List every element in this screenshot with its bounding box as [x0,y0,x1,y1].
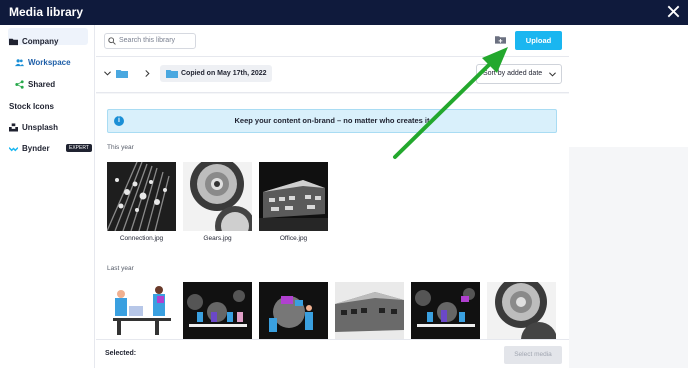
media-thumbnail-office[interactable] [259,162,328,231]
sidebar-item-label: Unsplash [22,122,59,132]
banner-text: Keep your content on-brand – no matter w… [234,116,430,125]
sidebar-item-label: Workspace [28,57,71,67]
teamwork-illustration-image [411,282,480,339]
section-title-last-year: Last year [107,265,134,272]
unsplash-icon [9,122,18,132]
chevron-right-icon [145,70,150,77]
expert-badge: EXPERT [66,144,92,152]
sidebar-item-label: Company [22,36,59,46]
folder-icon [9,38,18,45]
sidebar-item-stock-icons[interactable]: Stock Icons [9,99,54,113]
sort-select[interactable]: Sort by added date [476,64,562,84]
chevron-down-icon [549,72,556,77]
sidebar-item-company[interactable]: Company [9,34,58,48]
media-thumbnail[interactable] [107,282,176,339]
close-icon[interactable] [667,5,680,18]
users-icon [15,58,24,66]
right-pane-lower [569,147,688,368]
media-caption: Connection.jpg [119,235,164,242]
selected-label: Selected: [105,350,137,357]
office-building-image [259,162,328,231]
media-thumbnail[interactable] [183,282,252,339]
chevron-down-icon[interactable] [104,71,111,76]
upload-button[interactable]: Upload [515,31,562,50]
gears-image [183,162,252,231]
right-pane [569,25,688,147]
team-illustration-image [107,282,176,339]
media-thumbnail[interactable] [335,282,404,339]
media-thumbnail[interactable] [259,282,328,339]
meeting-illustration-image [183,282,252,339]
breadcrumb-label: Copied on May 17th, 2022 [181,70,267,77]
search-icon [108,37,116,45]
sidebar-item-label: Stock Icons [9,101,54,111]
section-title-this-year: This year [107,144,134,151]
sidebar-item-workspace[interactable]: Workspace [15,55,71,69]
bynder-icon [9,146,18,151]
new-folder-icon[interactable] [495,35,506,44]
sidebar-item-label: Shared [28,79,56,89]
sidebar-item-unsplash[interactable]: Unsplash [9,120,58,134]
search-placeholder: Search this library [119,37,176,44]
media-thumbnail[interactable] [411,282,480,339]
window-title: Media library [9,5,84,19]
sidebar-item-bynder[interactable]: Bynder [9,141,50,155]
media-caption: Gears.jpg [203,235,232,242]
info-icon: i [114,116,124,126]
fiber-optic-image [107,162,176,231]
folder-icon [166,70,178,78]
building-image [335,282,404,339]
folder-icon[interactable] [116,69,128,78]
gears-image [487,282,556,339]
media-thumbnail-connection[interactable] [107,162,176,231]
sort-selected-value: Sort by added date [483,70,543,77]
sidebar-item-shared[interactable]: Shared [15,77,55,91]
breadcrumb-current-folder[interactable]: Copied on May 17th, 2022 [160,65,272,82]
media-caption: Office.jpg [279,235,308,242]
window-title-bar: Media library [0,0,688,25]
media-thumbnail[interactable] [487,282,556,339]
select-media-button[interactable]: Select media [504,346,562,364]
presentation-illustration-image [259,282,328,339]
info-banner: i Keep your content on-brand – no matter… [107,109,557,133]
share-icon [15,79,24,89]
sidebar-item-label: Bynder [22,143,50,153]
search-input[interactable]: Search this library [104,33,196,49]
footer [96,339,569,368]
media-thumbnail-gears[interactable] [183,162,252,231]
